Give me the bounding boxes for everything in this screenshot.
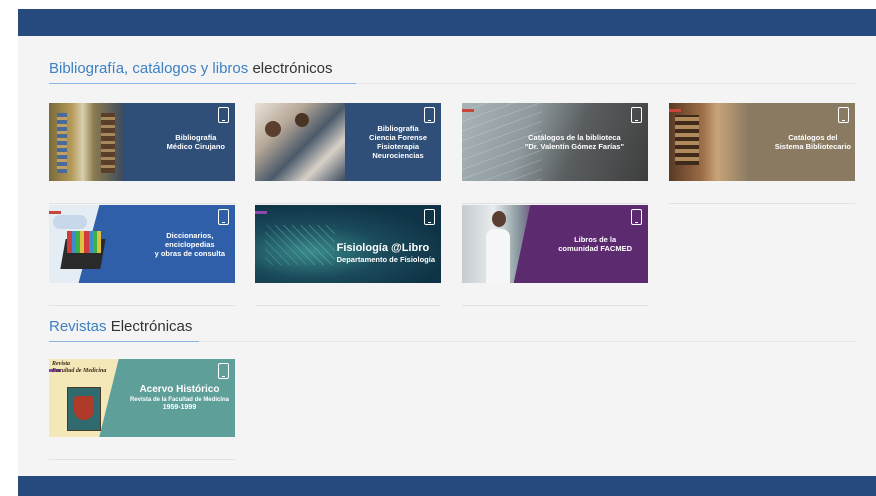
card-tag xyxy=(255,211,267,214)
cloud-image xyxy=(53,215,87,229)
card-label-line: 1959-1999 xyxy=(162,404,197,411)
card-label: Acervo Histórico Revista de la Facultad … xyxy=(130,359,229,437)
tablet-icon xyxy=(218,209,229,225)
card-label-line: Bibliografía xyxy=(377,124,419,133)
journal-masthead-line: Facultad de Medicina xyxy=(52,368,107,374)
journal-masthead-line: Revista xyxy=(52,361,70,367)
card-divider xyxy=(49,203,235,204)
books-image xyxy=(67,231,101,253)
card-label-line: Catálogos de la biblioteca xyxy=(528,133,621,142)
card-libros-comunidad[interactable]: Libros de la comunidad FACMED xyxy=(462,205,648,283)
card-label: Bibliografía Médico Cirujano xyxy=(167,103,225,181)
bookshelf-image xyxy=(101,113,115,173)
card-label-line: Fisioterapia xyxy=(376,142,420,151)
card-label: Diccionarios, enciclopedias y obras de c… xyxy=(155,205,225,283)
tablet-icon xyxy=(218,363,229,379)
card-divider xyxy=(255,203,441,204)
card-label-line: Acervo Histórico xyxy=(139,384,220,395)
card-label-line: Libros de la xyxy=(574,235,617,244)
card-label-line: enciclopedias xyxy=(164,239,215,249)
tablet-icon xyxy=(424,107,435,123)
card-label: Catálogos de la biblioteca "Dr. Valentín… xyxy=(525,103,624,181)
card-label-line: Neurociencias xyxy=(372,151,424,160)
card-divider xyxy=(49,459,235,460)
card-divider xyxy=(255,305,441,306)
section-title-revistas: Revistas Electrónicas xyxy=(49,318,192,335)
university-seal-icon xyxy=(74,396,94,420)
section-divider xyxy=(199,341,856,342)
card-diccionarios[interactable]: Diccionarios, enciclopedias y obras de c… xyxy=(49,205,235,283)
card-catalogos-sistema[interactable]: Catálogos del Sistema Bibliotecario xyxy=(669,103,855,181)
card-label-line: Fisiología @Libro xyxy=(336,242,430,254)
card-divider xyxy=(669,203,855,204)
card-label-line: Ciencia Forense xyxy=(369,133,427,142)
neurons-image xyxy=(265,225,335,265)
card-tag xyxy=(669,109,681,112)
bottom-footer-bar xyxy=(18,476,876,496)
person-head-image xyxy=(265,121,281,137)
section-title-underline xyxy=(49,341,199,342)
journal-masthead: Revista Facultad de Medicina xyxy=(52,361,106,375)
card-label-line: "Dr. Valentín Gómez Farías" xyxy=(524,142,624,151)
journal-seal-frame xyxy=(67,387,101,431)
card-label-line: comunidad FACMED xyxy=(558,244,632,253)
card-revista-acervo-historico[interactable]: Revista Facultad de Medicina Acervo Hist… xyxy=(49,359,235,437)
section-divider xyxy=(356,83,856,84)
section-title-underline xyxy=(49,83,356,84)
tablet-icon xyxy=(424,209,435,225)
tablet-icon xyxy=(218,107,229,123)
main-content: Bibliografía, catálogos y libros electró… xyxy=(18,36,876,476)
card-tag xyxy=(49,211,61,214)
card-label: Fisiología @Libro Departamento de Fisiol… xyxy=(337,223,435,283)
bookshelf-image xyxy=(675,115,699,165)
card-tag xyxy=(462,109,474,112)
card-label-line: Diccionarios, xyxy=(166,230,214,240)
card-label-line: Departamento de Fisiología xyxy=(336,255,435,264)
tablet-icon xyxy=(631,209,642,225)
card-label-line: Bibliografía xyxy=(175,133,217,142)
card-catalogos-biblioteca[interactable]: Catálogos de la biblioteca "Dr. Valentín… xyxy=(462,103,648,181)
card-label-line: Catálogos del xyxy=(788,133,838,142)
card-label-line: Sistema Bibliotecario xyxy=(774,142,851,151)
doctor-coat-image xyxy=(486,229,510,283)
card-divider xyxy=(462,305,648,306)
doctor-head-image xyxy=(492,211,506,227)
top-header-bar xyxy=(18,9,876,36)
bookshelf-image xyxy=(57,113,67,173)
person-head-image xyxy=(295,113,309,127)
section-title-rest: electrónicos xyxy=(248,60,333,77)
card-label-line: Médico Cirujano xyxy=(166,142,225,151)
section-title-bibliografia: Bibliografía, catálogos y libros electró… xyxy=(49,60,333,77)
card-bibliografia-ciencia-forense[interactable]: Bibliografía Ciencia Forense Fisioterapi… xyxy=(255,103,441,181)
card-label-line: Revista de la Facultad de Medicina xyxy=(129,397,229,403)
card-fisiologia-libro[interactable]: Fisiología @Libro Departamento de Fisiol… xyxy=(255,205,441,283)
card-label: Libros de la comunidad FACMED xyxy=(558,205,632,283)
tablet-icon xyxy=(838,107,849,123)
section-title-highlight: Revistas xyxy=(49,318,107,335)
section-title-rest: Electrónicas xyxy=(106,318,193,335)
tablet-icon xyxy=(631,107,642,123)
card-divider xyxy=(462,203,648,204)
section-title-highlight: Bibliografía, catálogos y libros xyxy=(49,60,249,77)
card-divider xyxy=(49,305,235,306)
card-label-line: y obras de consulta xyxy=(154,248,225,258)
card-label: Bibliografía Ciencia Forense Fisioterapi… xyxy=(369,103,427,181)
card-bibliografia-medico-cirujano[interactable]: Bibliografía Médico Cirujano xyxy=(49,103,235,181)
